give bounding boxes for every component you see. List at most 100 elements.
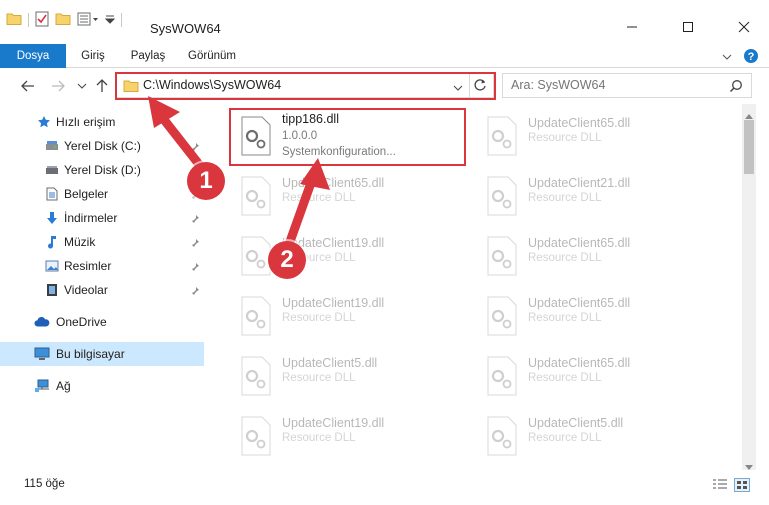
file-tile[interactable]: UpdateClient65.dll Resource DLL (478, 110, 718, 166)
cloud-icon (34, 314, 50, 330)
pin-icon[interactable] (190, 285, 200, 296)
sidebar-item-documents[interactable]: Belgeler (0, 182, 204, 206)
new-folder-icon[interactable] (55, 12, 71, 29)
network-icon (34, 378, 50, 394)
file-name: UpdateClient5.dll (528, 416, 624, 430)
sidebar-item-onedrive[interactable]: OneDrive (0, 310, 204, 334)
step-1-badge: 1 (187, 162, 225, 200)
dropdown-arrow-icon[interactable] (104, 13, 116, 27)
file-name: UpdateClient19.dll (282, 296, 385, 310)
documents-icon (44, 186, 60, 202)
file-name: UpdateClient65.dll (528, 356, 631, 370)
pin-icon[interactable] (190, 237, 200, 248)
scrollbar-thumb[interactable] (744, 120, 754, 174)
close-button[interactable] (721, 16, 767, 38)
sidebar-item-local-disk-d[interactable]: Yerel Disk (D:) (0, 158, 204, 182)
tab-home[interactable]: Giriş (70, 44, 116, 68)
sidebar-item-label: Videolar (64, 283, 108, 297)
sidebar-item-quick-access[interactable]: Hızlı erişim (0, 110, 204, 134)
tab-view[interactable]: Görünüm (180, 44, 244, 68)
sidebar-item-label: Ağ (56, 379, 71, 393)
file-name: UpdateClient5.dll (282, 356, 378, 370)
sidebar-item-videos[interactable]: Videolar (0, 278, 204, 302)
file-highlight-box (229, 108, 466, 166)
file-tile[interactable]: UpdateClient65.dll Resource DLL (478, 350, 718, 406)
sidebar-item-pictures[interactable]: Resimler (0, 254, 204, 278)
sidebar-item-label: Yerel Disk (C:) (64, 139, 141, 153)
file-description: Resource DLL (528, 132, 602, 144)
file-name: UpdateClient21.dll (528, 176, 631, 190)
maximize-button[interactable] (665, 16, 711, 38)
sidebar-item-label: İndirmeler (64, 211, 118, 225)
file-description: Resource DLL (528, 372, 602, 384)
minimize-icon (627, 26, 637, 28)
file-name: UpdateClient65.dll (528, 296, 631, 310)
pin-icon[interactable] (190, 141, 200, 152)
file-tile[interactable]: UpdateClient21.dll Resource DLL (478, 170, 718, 226)
sidebar-item-local-disk-c[interactable]: Yerel Disk (C:) (0, 134, 204, 158)
tab-file[interactable]: Dosya (0, 44, 66, 68)
minimize-button[interactable] (609, 16, 655, 38)
file-tile[interactable]: UpdateClient19.dll Resource DLL (232, 410, 472, 466)
separator (28, 13, 29, 27)
address-row: C:\Windows\SysWOW64 (0, 68, 769, 104)
dll-file-icon (240, 236, 272, 276)
sidebar-item-music[interactable]: Müzik (0, 230, 204, 254)
file-tile[interactable]: UpdateClient65.dll Resource DLL (478, 230, 718, 286)
computer-icon (34, 346, 50, 362)
ribbon-tabs: Dosya Giriş Paylaş Görünüm ? (0, 44, 769, 68)
dll-file-icon (486, 116, 518, 156)
sidebar-item-downloads[interactable]: İndirmeler (0, 206, 204, 230)
dll-file-icon (240, 176, 272, 216)
file-tile[interactable]: UpdateClient19.dll Resource DLL (232, 290, 472, 346)
chevron-down-icon[interactable] (721, 51, 733, 65)
customize-toolbar-icon[interactable] (77, 12, 99, 29)
sidebar-item-label: OneDrive (56, 315, 107, 329)
sidebar-item-label: Bu bilgisayar (56, 347, 125, 361)
sidebar-item-network[interactable]: Ağ (0, 374, 204, 398)
pictures-icon (44, 258, 60, 274)
up-arrow-icon (96, 79, 108, 92)
search-input[interactable] (511, 78, 711, 92)
step-2-badge: 2 (268, 241, 306, 279)
file-name: UpdateClient65.dll (528, 236, 631, 250)
dll-file-icon (240, 416, 272, 456)
downloads-icon (44, 210, 60, 226)
file-tile[interactable]: UpdateClient5.dll Resource DLL (478, 410, 718, 466)
sidebar-item-this-pc[interactable]: Bu bilgisayar (0, 342, 204, 366)
tiles-view-icon[interactable] (734, 478, 750, 492)
pin-icon[interactable] (190, 213, 200, 224)
tab-share[interactable]: Paylaş (120, 44, 176, 68)
file-tile[interactable]: UpdateClient65.dll Resource DLL (232, 170, 472, 226)
sidebar-item-label: Hızlı erişim (56, 115, 116, 129)
vertical-scrollbar[interactable] (742, 104, 756, 470)
search-box[interactable] (502, 73, 752, 98)
recent-locations-button[interactable] (72, 76, 92, 96)
file-name: UpdateClient65.dll (282, 176, 385, 190)
dll-file-icon (486, 416, 518, 456)
file-description: Resource DLL (528, 432, 602, 444)
help-icon[interactable]: ? (743, 48, 759, 67)
ribbon-controls: ? (721, 48, 759, 67)
properties-icon[interactable] (35, 11, 49, 30)
forward-button[interactable] (48, 76, 68, 96)
file-name: UpdateClient19.dll (282, 416, 385, 430)
file-tile[interactable]: UpdateClient65.dll Resource DLL (478, 290, 718, 346)
file-tile[interactable]: UpdateClient5.dll Resource DLL (232, 350, 472, 406)
details-view-icon[interactable] (712, 478, 728, 492)
file-description: Resource DLL (282, 192, 356, 204)
videos-icon (44, 282, 60, 298)
star-icon (36, 114, 52, 130)
up-button[interactable] (92, 76, 112, 96)
back-button[interactable] (18, 76, 38, 96)
window-title: SysWOW64 (150, 21, 221, 36)
file-description: Resource DLL (282, 312, 356, 324)
quick-access-toolbar (6, 10, 122, 30)
pin-icon[interactable] (190, 261, 200, 272)
folder-icon (6, 12, 22, 29)
file-list: tipp186.dll 1.0.0.0 Systemkonfiguration.… (212, 104, 742, 470)
chevron-down-icon (77, 83, 87, 89)
sidebar-item-label: Resimler (64, 259, 112, 273)
search-icon[interactable] (729, 79, 743, 96)
maximize-icon (683, 22, 693, 32)
